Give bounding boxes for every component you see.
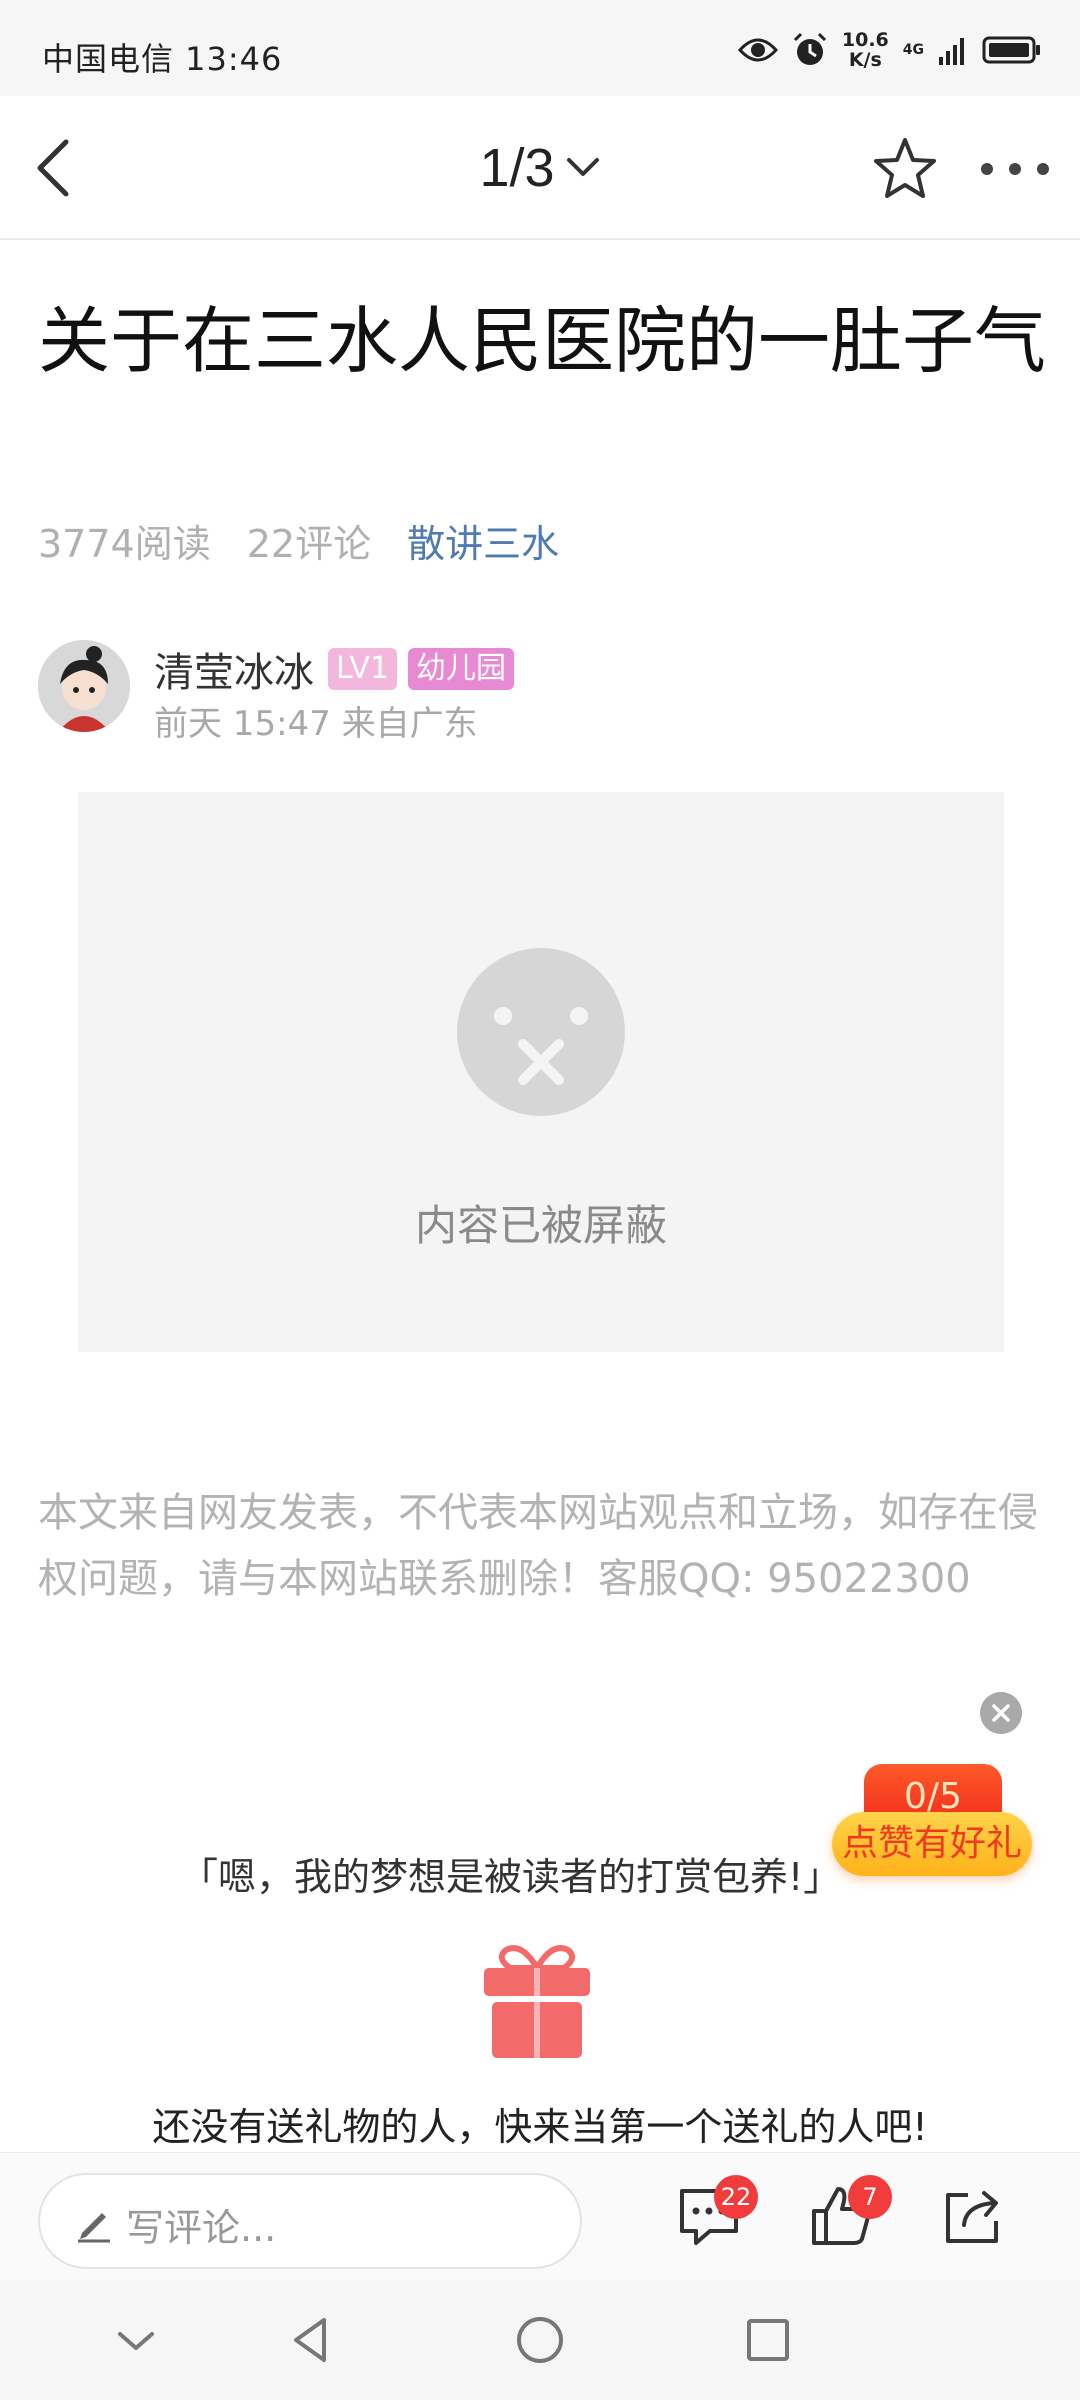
author-name[interactable]: 清莹冰冰 xyxy=(154,640,314,698)
promo-label: 点赞有好礼 xyxy=(832,1812,1032,1876)
status-bar: 中国电信 13:46 10.6 K/s 4G xyxy=(0,0,1080,96)
recents-square-icon[interactable] xyxy=(738,2310,798,2370)
avatar[interactable] xyxy=(38,640,130,732)
article-meta: 3774阅读 22评论 散讲三水 xyxy=(38,512,595,568)
network-type: 4G xyxy=(902,42,924,58)
like-gift-promo[interactable]: 0/5 点赞有好礼 xyxy=(832,1764,1032,1884)
like-count-badge: 7 xyxy=(848,2175,892,2219)
level-badge: LV1 xyxy=(328,648,398,690)
reward-quote: 「嗯，我的梦想是被读者的打赏包养!」 xyxy=(180,1855,842,1899)
carrier-time: 中国电信 13:46 xyxy=(42,40,283,78)
disclaimer-text: 本文来自网友发表，不代表本网站观点和立场，如存在侵权问题，请与本网站联系删除！客… xyxy=(38,1490,1038,1602)
blocked-message: 内容已被屏蔽 xyxy=(414,1201,667,1250)
comment-count-badge: 22 xyxy=(714,2175,758,2219)
share-icon[interactable] xyxy=(940,2183,1006,2249)
gift-icon[interactable] xyxy=(482,1940,592,2060)
category-link[interactable]: 散讲三水 xyxy=(407,513,559,568)
collapse-icon[interactable] xyxy=(106,2310,166,2370)
read-count: 3774阅读 xyxy=(38,521,211,566)
page-indicator: 1/3 xyxy=(479,138,555,198)
grade-badge: 幼儿园 xyxy=(408,648,514,690)
star-icon[interactable] xyxy=(870,134,940,204)
alarm-icon xyxy=(793,32,826,65)
signal-icon xyxy=(939,38,964,65)
top-nav-bar: 1/3 xyxy=(0,96,1080,240)
close-icon[interactable] xyxy=(980,1692,1022,1734)
comment-count-text: 22评论 xyxy=(246,521,372,566)
system-navigation-bar xyxy=(0,2280,1080,2400)
network-speed: 10.6 K/s xyxy=(841,29,889,71)
battery-icon xyxy=(982,36,1040,64)
eye-icon xyxy=(737,38,778,62)
comment-input[interactable]: 写评论... xyxy=(38,2173,582,2269)
page-selector[interactable]: 1/3 xyxy=(460,136,620,200)
avatar-illustration xyxy=(38,640,130,732)
status-icons: 10.6 K/s 4G xyxy=(737,26,1042,74)
bottom-action-bar: 写评论... 22 7 xyxy=(0,2152,1080,2280)
back-triangle-icon[interactable] xyxy=(280,2310,340,2370)
author-block: 清莹冰冰 LV1 幼儿园 前天 15:47 来自广东 xyxy=(38,640,1038,744)
back-arrow-icon[interactable] xyxy=(26,132,86,204)
gift-empty-text: 还没有送礼物的人，快来当第一个送礼的人吧! xyxy=(152,2105,928,2149)
comment-placeholder: 写评论... xyxy=(126,2206,277,2250)
article-title: 关于在三水人民医院的一肚子气 xyxy=(38,299,1047,383)
home-circle-icon[interactable] xyxy=(510,2310,570,2370)
blocked-face-icon xyxy=(457,948,625,1116)
more-icon[interactable] xyxy=(975,146,1055,192)
post-time-location: 前天 15:47 来自广东 xyxy=(154,704,478,744)
chevron-down-icon xyxy=(566,158,599,176)
blocked-content-box: 内容已被屏蔽 xyxy=(78,792,1004,1352)
pencil-icon xyxy=(78,2213,110,2243)
